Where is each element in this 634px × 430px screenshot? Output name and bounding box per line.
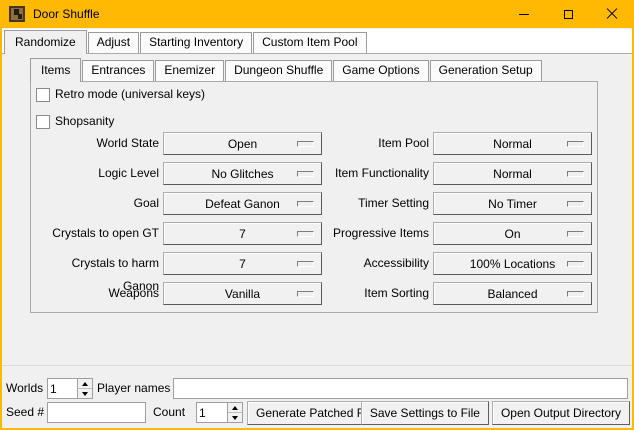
accessibility-label: Accessibility <box>325 252 429 275</box>
progressive-items-dropdown[interactable]: On <box>433 222 592 245</box>
dropdown-indicator-icon <box>297 231 314 237</box>
player-names-label: Player names <box>97 378 170 399</box>
maximize-button[interactable] <box>546 0 590 28</box>
count-spinner[interactable] <box>196 402 243 423</box>
tab-randomize[interactable]: Randomize <box>4 30 87 54</box>
timer-setting-dropdown[interactable]: No Timer <box>433 192 592 215</box>
dropdown-indicator-icon <box>567 291 584 297</box>
crystals-open-gt-dropdown[interactable]: 7 <box>163 222 322 245</box>
accessibility-value: 100% Locations <box>470 257 555 271</box>
world-state-value: Open <box>228 137 257 151</box>
tab-game-options[interactable]: Game Options <box>333 60 428 81</box>
dropdown-indicator-icon <box>297 141 314 147</box>
chevron-up-icon <box>232 406 238 410</box>
worlds-label: Worlds <box>6 378 43 399</box>
goal-label: Goal <box>33 192 159 215</box>
count-spin-down[interactable] <box>228 413 242 422</box>
progressive-items-label: Progressive Items <box>325 222 429 245</box>
shopsanity-checkbox[interactable] <box>36 115 50 129</box>
tab-starting-inventory[interactable]: Starting Inventory <box>140 32 252 53</box>
close-button[interactable] <box>590 0 634 28</box>
tab-enemizer[interactable]: Enemizer <box>155 60 224 81</box>
dropdown-indicator-icon <box>567 201 584 207</box>
item-sorting-label: Item Sorting <box>325 282 429 305</box>
count-spin-up[interactable] <box>228 403 242 413</box>
main-tabstrip: Randomize Adjust Starting Inventory Cust… <box>2 29 632 53</box>
app-window: Door Shuffle Randomize Adjust Starting I… <box>0 0 634 430</box>
dropdown-indicator-icon <box>567 231 584 237</box>
seed-input[interactable] <box>47 402 146 423</box>
dropdown-indicator-icon <box>567 171 584 177</box>
minimize-icon <box>519 14 529 15</box>
count-input[interactable] <box>197 403 227 422</box>
dropdown-indicator-icon <box>297 291 314 297</box>
dropdown-indicator-icon <box>297 171 314 177</box>
world-state-dropdown[interactable]: Open <box>163 132 322 155</box>
tab-generation-setup[interactable]: Generation Setup <box>430 60 542 81</box>
timer-setting-label: Timer Setting <box>325 192 429 215</box>
save-settings-button[interactable]: Save Settings to File <box>361 401 489 425</box>
player-names-input[interactable] <box>173 378 628 399</box>
maximize-icon <box>564 10 573 19</box>
weapons-dropdown[interactable]: Vanilla <box>163 282 322 305</box>
seed-label: Seed # <box>6 402 44 423</box>
weapons-label: Weapons <box>33 282 159 305</box>
worlds-spin-up[interactable] <box>78 379 92 389</box>
tab-entrances[interactable]: Entrances <box>82 60 154 81</box>
item-pool-value: Normal <box>493 137 532 151</box>
item-functionality-dropdown[interactable]: Normal <box>433 162 592 185</box>
open-output-directory-button[interactable]: Open Output Directory <box>492 401 630 425</box>
item-sorting-value: Balanced <box>487 287 537 301</box>
tab-adjust[interactable]: Adjust <box>88 32 139 53</box>
dropdown-indicator-icon <box>297 201 314 207</box>
tab-dungeon-shuffle[interactable]: Dungeon Shuffle <box>225 60 332 81</box>
logic-level-dropdown[interactable]: No Glitches <box>163 162 322 185</box>
goal-dropdown[interactable]: Defeat Ganon <box>163 192 322 215</box>
shopsanity-label: Shopsanity <box>55 114 114 128</box>
logic-level-value: No Glitches <box>211 167 273 181</box>
dropdown-indicator-icon <box>567 261 584 267</box>
progressive-items-value: On <box>504 227 520 241</box>
dropdown-indicator-icon <box>567 141 584 147</box>
door-icon <box>9 6 25 22</box>
chevron-up-icon <box>82 382 88 386</box>
dropdown-indicator-icon <box>297 261 314 267</box>
item-functionality-value: Normal <box>493 167 532 181</box>
crystals-open-gt-value: 7 <box>239 227 246 241</box>
weapons-value: Vanilla <box>225 287 260 301</box>
window-title: Door Shuffle <box>33 7 100 21</box>
tab-items[interactable]: Items <box>30 58 81 82</box>
item-pool-dropdown[interactable]: Normal <box>433 132 592 155</box>
item-sorting-dropdown[interactable]: Balanced <box>433 282 592 305</box>
goal-value: Defeat Ganon <box>205 197 280 211</box>
tab-custom-item-pool[interactable]: Custom Item Pool <box>253 32 366 53</box>
chevron-down-icon <box>232 416 238 420</box>
logic-level-label: Logic Level <box>33 162 159 185</box>
crystals-harm-ganon-dropdown[interactable]: 7 <box>163 252 322 275</box>
crystals-open-gt-label: Crystals to open GT <box>33 222 159 245</box>
timer-setting-value: No Timer <box>488 197 537 211</box>
chevron-down-icon <box>82 392 88 396</box>
minimize-button[interactable] <box>502 0 546 28</box>
titlebar: Door Shuffle <box>0 0 634 28</box>
worlds-spinner[interactable] <box>47 378 93 399</box>
item-pool-label: Item Pool <box>325 132 429 155</box>
world-state-label: World State <box>33 132 159 155</box>
retro-mode-label: Retro mode (universal keys) <box>55 87 205 101</box>
crystals-harm-ganon-value: 7 <box>239 257 246 271</box>
close-icon <box>606 8 618 20</box>
count-label: Count <box>153 402 185 423</box>
item-functionality-label: Item Functionality <box>325 162 429 185</box>
accessibility-dropdown[interactable]: 100% Locations <box>433 252 592 275</box>
worlds-spin-down[interactable] <box>78 389 92 398</box>
bottom-right-buttons: Save Settings to File Open Output Direct… <box>361 401 630 425</box>
sub-tabstrip: Items Entrances Enemizer Dungeon Shuffle… <box>30 58 543 81</box>
retro-mode-checkbox[interactable] <box>36 88 50 102</box>
worlds-input[interactable] <box>48 379 77 398</box>
